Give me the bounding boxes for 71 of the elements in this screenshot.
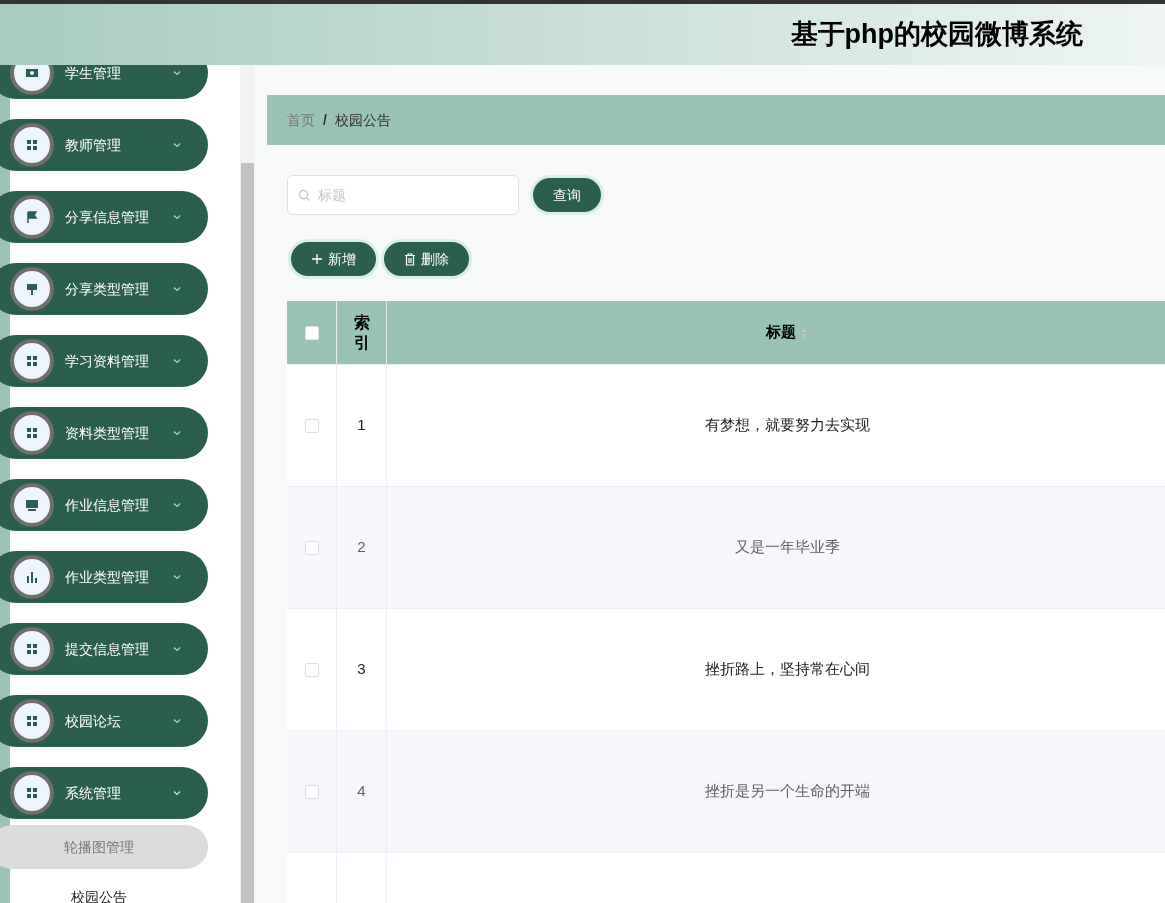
delete-button[interactable]: 删除 (384, 242, 469, 276)
chevron-icon (172, 500, 182, 510)
trash-icon (404, 252, 416, 266)
menu-item[interactable]: 教师管理 (0, 119, 208, 171)
menu-item[interactable]: 分享类型管理 (0, 263, 208, 315)
add-button[interactable]: 新增 (291, 242, 376, 276)
search-button[interactable]: 查询 (533, 178, 601, 212)
menu-item[interactable]: 系统管理 (0, 767, 208, 819)
menu-item[interactable]: 提交信息管理 (0, 623, 208, 675)
menu-label: 系统管理 (65, 783, 122, 803)
row-checkbox[interactable] (304, 662, 319, 677)
chevron-icon (172, 140, 182, 150)
sort-icon[interactable] (800, 326, 808, 339)
grid-icon (24, 425, 40, 441)
flag-icon (24, 209, 40, 225)
plus-icon (311, 253, 323, 265)
breadcrumb-separator: / (323, 110, 327, 130)
chevron-icon (172, 68, 182, 78)
title-cell-text: 有梦想，就要努力去实现 (704, 415, 870, 436)
menu-label: 资料类型管理 (65, 423, 150, 443)
menu-item[interactable]: 校园论坛 (0, 695, 208, 747)
menu-item[interactable]: 分享信息管理 (0, 191, 208, 243)
scrollbar-thumb[interactable] (241, 163, 254, 903)
title-cell-text: 挫折路上，坚持常在心间 (704, 659, 870, 680)
grid-icon (24, 785, 40, 801)
menu-label: 学生管理 (65, 65, 122, 83)
menu-item[interactable]: 学生管理 (0, 65, 208, 99)
submenu-item[interactable]: 校园公告 (0, 875, 208, 903)
index-cell-text: 3 (357, 659, 366, 680)
chevron-icon (172, 284, 182, 294)
menu-item[interactable]: 学习资料管理 (0, 335, 208, 387)
grid-icon (24, 353, 40, 369)
grid-icon (24, 137, 40, 153)
row-checkbox[interactable] (304, 784, 319, 799)
search-icon (298, 189, 311, 202)
menu-label: 学习资料管理 (65, 351, 150, 371)
menu-label: 教师管理 (65, 135, 122, 155)
menu-item[interactable]: 作业信息管理 (0, 479, 208, 531)
chevron-icon (172, 212, 182, 222)
row-checkbox[interactable] (304, 540, 319, 555)
menu-item[interactable]: 资料类型管理 (0, 407, 208, 459)
menu-label: 提交信息管理 (65, 639, 150, 659)
menu-label: 分享类型管理 (65, 279, 150, 299)
search-field[interactable]: 标题 (287, 175, 519, 215)
column-header: 索引 (353, 312, 370, 353)
brush-icon (24, 281, 40, 297)
grid-icon (24, 713, 40, 729)
chevron-icon (172, 356, 182, 366)
chevron-icon (172, 428, 182, 438)
index-cell-text: 1 (357, 415, 366, 436)
menu-item[interactable]: 作业类型管理 (0, 551, 208, 603)
grid-icon (24, 641, 40, 657)
select-all-checkbox[interactable] (304, 325, 319, 340)
row-checkbox[interactable] (304, 418, 319, 433)
monitor-icon (24, 497, 40, 513)
column-header[interactable]: 标题 (766, 321, 796, 344)
menu-label: 校园论坛 (65, 711, 122, 731)
app-title: 基于php的校园微博系统 (790, 18, 1083, 52)
title-cell-text: 挫折是另一个生命的开端 (704, 781, 870, 802)
index-cell-text: 2 (357, 537, 366, 558)
menu-label: 作业类型管理 (65, 567, 150, 587)
chevron-icon (172, 572, 182, 582)
menu-label: 作业信息管理 (65, 495, 150, 515)
chevron-icon (172, 644, 182, 654)
chevron-icon (172, 716, 182, 726)
breadcrumb-current: 校园公告 (334, 110, 391, 130)
bar-chart-icon (24, 569, 40, 585)
title-cell-text: 又是一年毕业季 (734, 537, 840, 558)
chevron-icon (172, 788, 182, 798)
index-cell-text: 4 (357, 781, 366, 802)
menu-label: 分享信息管理 (65, 207, 150, 227)
